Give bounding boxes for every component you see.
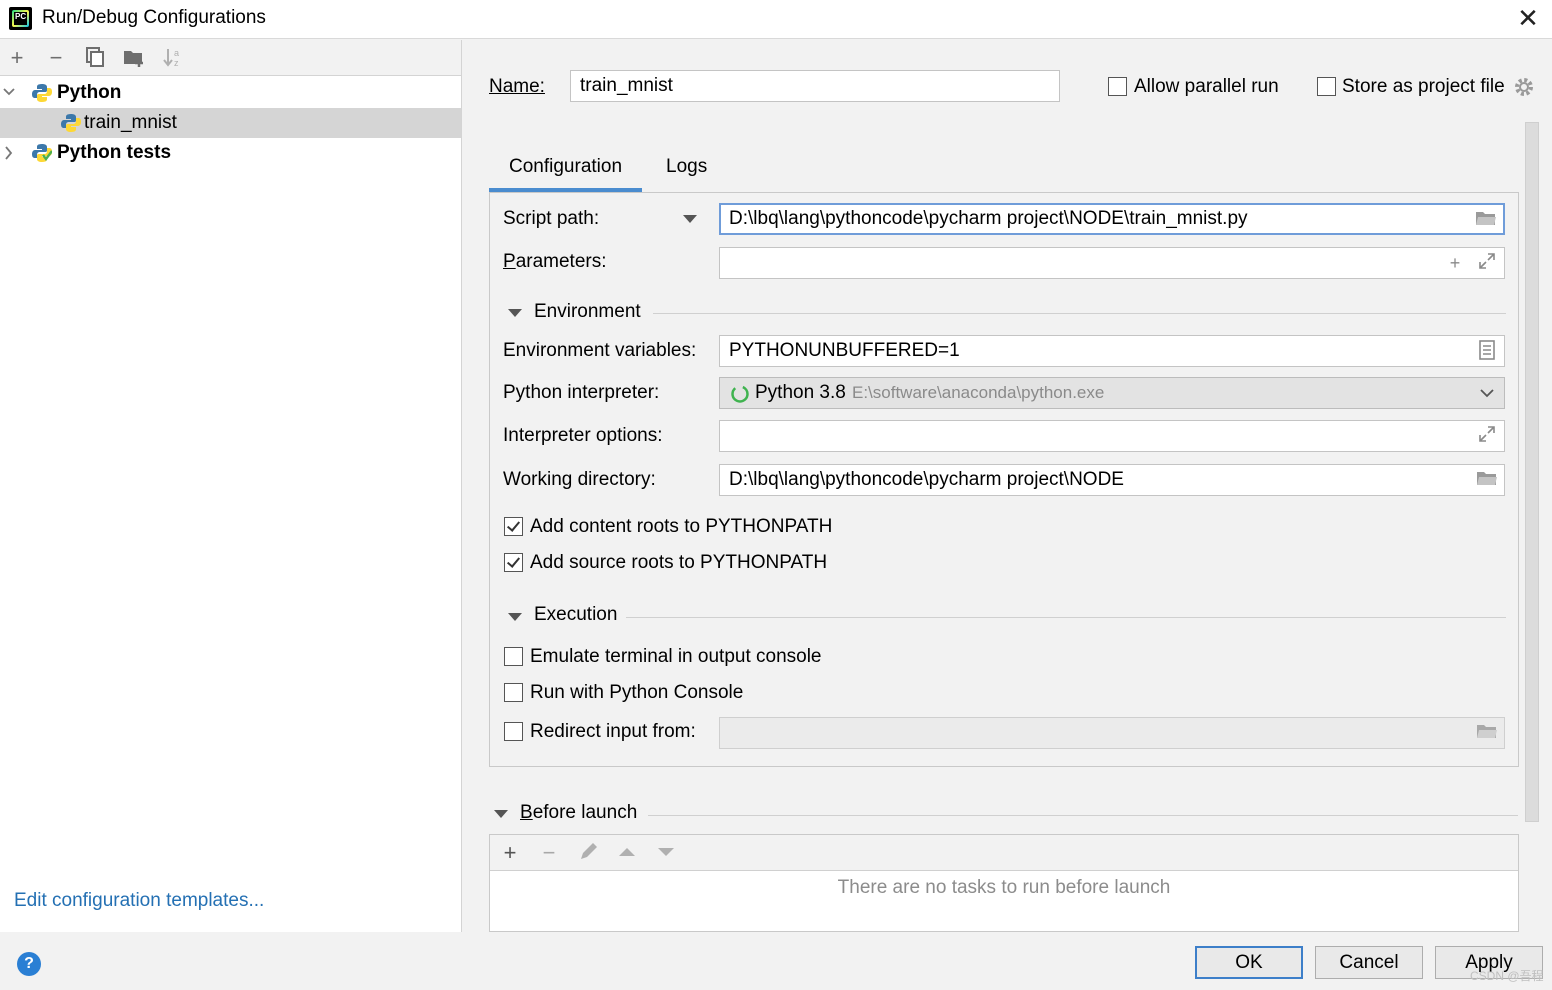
- chevron-down-icon[interactable]: [1476, 382, 1498, 404]
- script-path-input[interactable]: D:\lbq\lang\pythoncode\pycharm project\N…: [719, 203, 1505, 235]
- redirect-input-label: Redirect input from:: [530, 721, 696, 742]
- copy-icon[interactable]: [83, 46, 107, 70]
- interpreter-select[interactable]: Python 3.8 E:\software\anaconda\python.e…: [719, 377, 1505, 409]
- remove-task-icon[interactable]: −: [537, 841, 561, 865]
- redirect-input-checkbox[interactable]: [504, 722, 523, 741]
- script-type-dropdown-icon[interactable]: [683, 215, 697, 223]
- configurations-sidebar: + − az Python train_mnist Python tests E…: [0, 40, 462, 932]
- parameters-label: Parameters:: [503, 251, 607, 272]
- tree-item-train-mnist[interactable]: train_mnist: [0, 108, 461, 138]
- allow-parallel-checkbox[interactable]: [1108, 77, 1127, 96]
- python-icon: [61, 114, 81, 132]
- expand-icon[interactable]: [1476, 252, 1498, 274]
- edit-env-list-icon[interactable]: [1476, 340, 1498, 362]
- tree-item-label: Python tests: [57, 142, 172, 163]
- environment-section-title: Environment: [534, 301, 641, 322]
- interpreter-options-input[interactable]: [719, 420, 1505, 452]
- tree-item-python[interactable]: Python: [0, 78, 461, 108]
- separator: [653, 313, 1506, 314]
- edit-templates-link[interactable]: Edit configuration templates...: [14, 890, 264, 912]
- pycharm-logo-icon: PC: [9, 7, 32, 30]
- ok-button[interactable]: OK: [1195, 946, 1303, 979]
- before-launch-panel: + − There are no tasks to run before lau…: [489, 834, 1519, 932]
- redirect-input-field[interactable]: [719, 717, 1505, 749]
- env-vars-input[interactable]: PYTHONUNBUFFERED=1: [719, 335, 1505, 367]
- parameters-input[interactable]: +: [719, 247, 1505, 279]
- window-title: Run/Debug Configurations: [42, 7, 266, 28]
- sidebar-toolbar: + − az: [0, 40, 461, 76]
- scrollbar[interactable]: [1525, 122, 1539, 822]
- interpreter-options-label: Interpreter options:: [503, 425, 663, 446]
- move-down-icon[interactable]: [654, 841, 678, 865]
- execution-collapse-icon[interactable]: [508, 613, 522, 621]
- name-label: Name:: [489, 76, 545, 97]
- add-icon[interactable]: +: [5, 46, 29, 70]
- separator: [626, 617, 1506, 618]
- tab-logs[interactable]: Logs: [646, 154, 727, 192]
- python-console-label: Run with Python Console: [530, 682, 744, 703]
- add-icon[interactable]: +: [1444, 252, 1466, 274]
- interpreter-name: Python 3.8: [755, 382, 846, 403]
- move-up-icon[interactable]: [615, 841, 639, 865]
- configuration-panel: Script path: D:\lbq\lang\pythoncode\pych…: [489, 192, 1519, 767]
- expand-icon[interactable]: [1476, 425, 1498, 447]
- folder-add-icon[interactable]: [122, 46, 146, 70]
- env-vars-label: Environment variables:: [503, 340, 697, 361]
- watermark: CSDN @吾程: [1470, 969, 1544, 983]
- content-roots-checkbox[interactable]: [504, 517, 523, 536]
- folder-icon[interactable]: [1476, 721, 1498, 743]
- execution-section-title: Execution: [534, 604, 618, 625]
- interpreter-path: E:\software\anaconda\python.exe: [852, 383, 1105, 402]
- source-roots-label: Add source roots to PYTHONPATH: [530, 552, 828, 573]
- interpreter-label: Python interpreter:: [503, 382, 660, 403]
- before-launch-collapse-icon[interactable]: [494, 810, 508, 818]
- tree-item-python-tests[interactable]: Python tests: [0, 138, 461, 168]
- title-bar: PC Run/Debug Configurations ✕: [0, 0, 1552, 39]
- before-launch-title: Before launch: [520, 802, 638, 823]
- before-launch-toolbar: + −: [490, 835, 1518, 871]
- interpreter-icon: [731, 385, 749, 403]
- python-console-checkbox[interactable]: [504, 683, 523, 702]
- chevron-right-icon[interactable]: [2, 138, 16, 168]
- tree-item-label: Python: [57, 82, 122, 103]
- script-path-value: D:\lbq\lang\pythoncode\pycharm project\N…: [729, 208, 1248, 229]
- store-project-label: Store as project file: [1342, 76, 1505, 97]
- tab-configuration[interactable]: Configuration: [489, 154, 643, 192]
- emulate-terminal-checkbox[interactable]: [504, 647, 523, 666]
- working-dir-label: Working directory:: [503, 469, 656, 490]
- edit-task-icon[interactable]: [576, 841, 600, 865]
- gear-icon[interactable]: [1513, 76, 1535, 98]
- remove-icon[interactable]: −: [44, 46, 68, 70]
- python-tests-icon: [32, 144, 52, 162]
- content-roots-label: Add content roots to PYTHONPATH: [530, 516, 833, 537]
- working-dir-input[interactable]: D:\lbq\lang\pythoncode\pycharm project\N…: [719, 464, 1505, 496]
- help-icon[interactable]: ?: [17, 952, 41, 976]
- cancel-button[interactable]: Cancel: [1315, 946, 1423, 979]
- sort-icon[interactable]: az: [161, 46, 185, 70]
- script-path-label: Script path:: [503, 208, 600, 229]
- folder-icon[interactable]: [1475, 208, 1497, 230]
- svg-text:a: a: [174, 48, 179, 58]
- dialog-footer: ? OK Cancel Apply CSDN @吾程: [0, 932, 1552, 990]
- chevron-down-icon[interactable]: [2, 78, 16, 108]
- folder-icon[interactable]: [1476, 468, 1498, 490]
- empty-tasks-text: There are no tasks to run before launch: [837, 877, 1171, 898]
- svg-text:z: z: [174, 58, 179, 68]
- configuration-editor: Name: train_mnist Allow parallel run Sto…: [463, 40, 1552, 932]
- emulate-terminal-label: Emulate terminal in output console: [530, 646, 822, 667]
- separator: [648, 815, 1518, 816]
- close-icon[interactable]: ✕: [1514, 4, 1542, 32]
- add-task-icon[interactable]: +: [498, 841, 522, 865]
- name-input[interactable]: train_mnist: [570, 70, 1060, 102]
- allow-parallel-label: Allow parallel run: [1134, 76, 1279, 97]
- tree-item-label: train_mnist: [84, 112, 177, 133]
- python-icon: [32, 84, 52, 102]
- store-project-checkbox[interactable]: [1317, 77, 1336, 96]
- source-roots-checkbox[interactable]: [504, 553, 523, 572]
- environment-collapse-icon[interactable]: [508, 309, 522, 317]
